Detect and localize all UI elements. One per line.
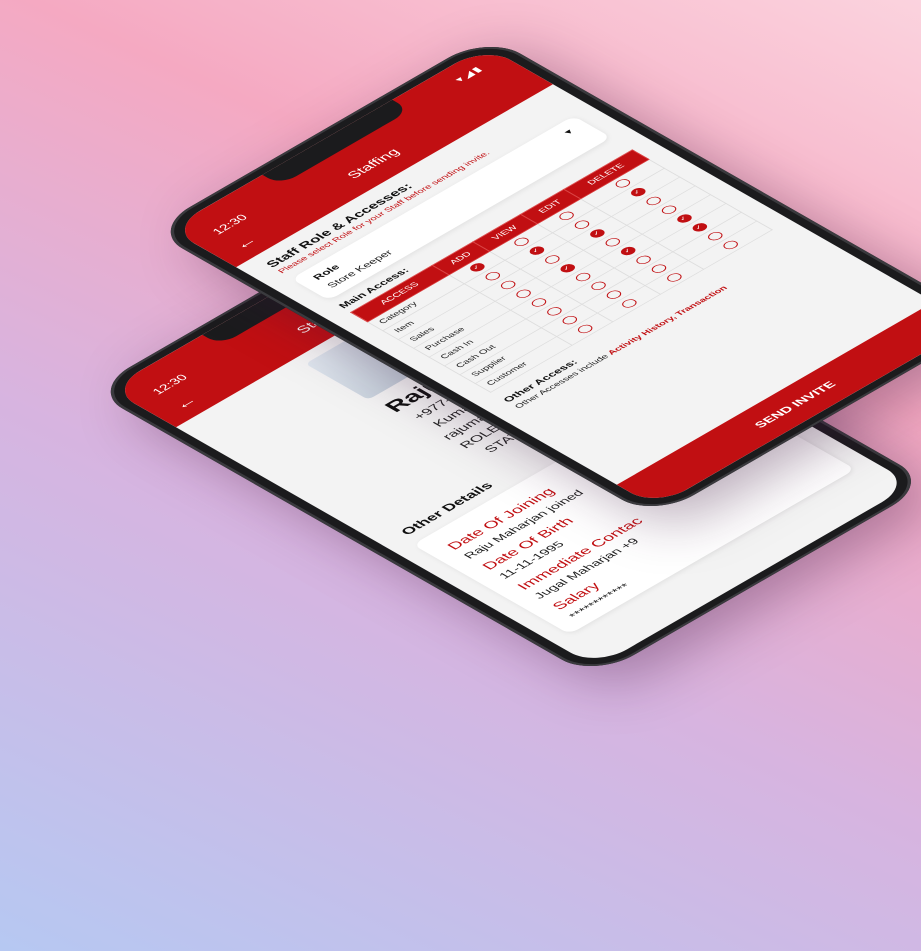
unchecked-radio-icon[interactable] [720, 239, 741, 252]
unchecked-radio-icon[interactable] [618, 297, 640, 310]
unchecked-radio-icon[interactable] [664, 271, 685, 284]
status-icons: ▾◢▮ [452, 64, 486, 84]
unchecked-radio-icon[interactable] [574, 323, 596, 335]
